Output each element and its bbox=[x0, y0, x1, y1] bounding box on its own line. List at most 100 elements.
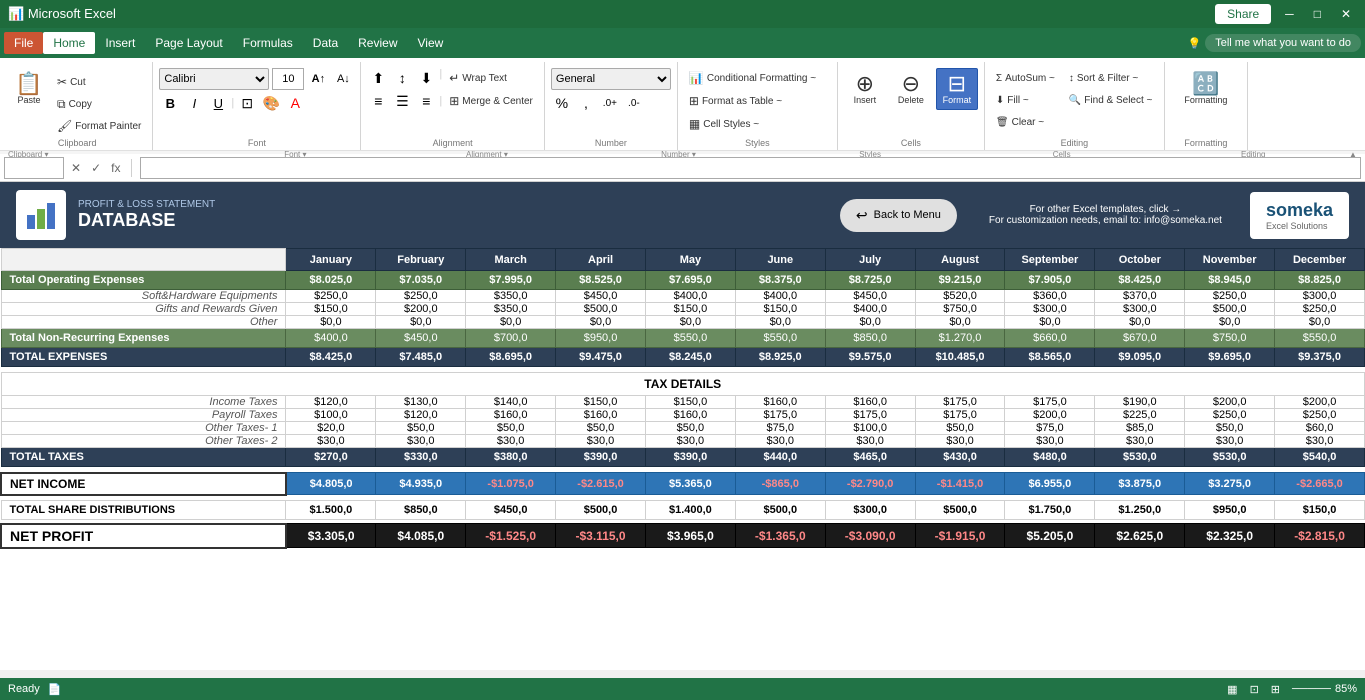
spreadsheet-area[interactable]: PROFIT & LOSS STATEMENT DATABASE ↩ Back … bbox=[0, 182, 1365, 670]
title-bar: 📊 Microsoft Excel Share ─ □ ✕ bbox=[0, 0, 1365, 28]
fill-button[interactable]: ⬇Fill ~ bbox=[991, 90, 1060, 110]
total-expenses-row: TOTAL EXPENSES $8.425,0 $7.485,0 $8.695,… bbox=[1, 348, 1365, 367]
font-group: Calibri A↑ A↓ B I U | ⊡ 🎨 A Font bbox=[153, 62, 361, 150]
total-operating-expenses-row: Total Operating Expenses $8.025,0 $7.035… bbox=[1, 271, 1365, 290]
menu-view[interactable]: View bbox=[408, 32, 454, 54]
col-january: January bbox=[286, 249, 376, 271]
copy-button[interactable]: ⧉Copy bbox=[52, 94, 146, 114]
col-august: August bbox=[915, 249, 1005, 271]
cut-button[interactable]: ✂Cut bbox=[52, 72, 146, 92]
font-color-button[interactable]: A bbox=[284, 93, 306, 113]
autosum-button[interactable]: ΣAutoSum ~ bbox=[991, 68, 1060, 88]
col-july: July bbox=[825, 249, 915, 271]
tax-details-header-row: TAX DETAILS bbox=[1, 373, 1365, 396]
view-normal-icon[interactable]: ▦ bbox=[1227, 683, 1237, 696]
menu-formulas[interactable]: Formulas bbox=[233, 32, 303, 54]
other-taxes-1-row: Other Taxes- 1 $20,0 $50,0 $50,0 $50,0 $… bbox=[1, 422, 1365, 435]
view-layout-icon[interactable]: ⊡ bbox=[1250, 683, 1259, 696]
tell-me-input[interactable]: Tell me what you want to do bbox=[1205, 34, 1361, 52]
someka-logo: someka Excel Solutions bbox=[1250, 192, 1349, 239]
align-center-button[interactable]: ☰ bbox=[391, 91, 413, 111]
menu-review[interactable]: Review bbox=[348, 32, 407, 54]
increase-decimal-button[interactable]: .0+ bbox=[599, 93, 621, 113]
col-may: May bbox=[645, 249, 735, 271]
paste-button[interactable]: 📋 Paste bbox=[8, 68, 50, 110]
find-select-button[interactable]: 🔍Find & Select ~ bbox=[1064, 90, 1158, 110]
align-right-button[interactable]: ≡ bbox=[415, 91, 437, 111]
border-button[interactable]: ⊡ bbox=[236, 93, 258, 113]
underline-button[interactable]: U bbox=[207, 93, 229, 113]
format-painter-button[interactable]: 🖌Format Painter bbox=[52, 116, 146, 136]
sheet-tab-icon: 📄 bbox=[48, 683, 62, 696]
ribbon: 📋 Paste ✂Cut ⧉Copy 🖌Format Painter Clipb… bbox=[0, 58, 1365, 154]
col-december: December bbox=[1275, 249, 1365, 271]
merge-center-button[interactable]: ⊞Merge & Center bbox=[444, 91, 538, 111]
total-taxes-row: TOTAL TAXES $270,0 $330,0 $380,0 $390,0 … bbox=[1, 448, 1365, 467]
clipboard-group: 📋 Paste ✂Cut ⧉Copy 🖌Format Painter Clipb… bbox=[2, 62, 153, 150]
sub-item-software-row: Soft&Hardware Equipments $250,0 $250,0 $… bbox=[1, 290, 1365, 303]
status-bar: Ready 📄 ▦ ⊡ ⊞ ───── 85% bbox=[0, 678, 1365, 700]
cells-group: ⊕ Insert ⊖ Delete ⊟ Format Cells bbox=[838, 62, 985, 150]
col-june: June bbox=[735, 249, 825, 271]
decrease-decimal-button[interactable]: .0- bbox=[623, 93, 645, 113]
view-break-icon[interactable]: ⊞ bbox=[1271, 683, 1280, 696]
cancel-formula-icon[interactable]: ✕ bbox=[68, 161, 84, 175]
cell-styles-button[interactable]: ▦Cell Styles ~ bbox=[684, 114, 831, 134]
insert-function-icon[interactable]: fx bbox=[108, 161, 123, 175]
insert-button[interactable]: ⊕ Insert bbox=[844, 68, 886, 110]
col-november: November bbox=[1185, 249, 1275, 271]
formula-bar: F26 ✕ ✓ fx 200 bbox=[0, 154, 1365, 182]
net-income-row: NET INCOME $4.805,0 $4.935,0 -$1.075,0 -… bbox=[1, 473, 1365, 495]
number-format-select[interactable]: General bbox=[551, 68, 671, 90]
app-title: 📊 Microsoft Excel bbox=[8, 6, 116, 22]
col-october: October bbox=[1095, 249, 1185, 271]
align-middle-button[interactable]: ↕ bbox=[391, 68, 413, 88]
clear-button[interactable]: 🗑Clear ~ bbox=[991, 112, 1060, 132]
decrease-font-button[interactable]: A↓ bbox=[332, 69, 354, 89]
format-button[interactable]: ⊟ Format bbox=[936, 68, 978, 110]
col-february: February bbox=[376, 249, 466, 271]
fill-color-button[interactable]: 🎨 bbox=[260, 93, 282, 113]
menu-insert[interactable]: Insert bbox=[95, 32, 145, 54]
share-button[interactable]: Share bbox=[1215, 4, 1271, 24]
increase-font-button[interactable]: A↑ bbox=[307, 69, 329, 89]
cell-reference[interactable]: F26 bbox=[4, 157, 64, 179]
align-bottom-button[interactable]: ⬇ bbox=[415, 68, 437, 88]
other-taxes-2-row: Other Taxes- 2 $30,0 $30,0 $30,0 $30,0 $… bbox=[1, 435, 1365, 448]
zoom-slider[interactable]: ───── 85% bbox=[1292, 683, 1357, 695]
sub-item-gifts-row: Gifts and Rewards Given $150,0 $200,0 $3… bbox=[1, 303, 1365, 316]
editing-group: ΣAutoSum ~ ⬇Fill ~ 🗑Clear ~ ↕Sort & Filt… bbox=[985, 62, 1165, 150]
menu-data[interactable]: Data bbox=[303, 32, 348, 54]
wrap-text-button[interactable]: ↵Wrap Text bbox=[444, 68, 512, 88]
formula-input[interactable]: 200 bbox=[140, 157, 1361, 179]
total-non-recurring-row: Total Non-Recurring Expenses $400,0 $450… bbox=[1, 329, 1365, 348]
menu-home[interactable]: Home bbox=[43, 32, 95, 54]
sort-filter-button[interactable]: ↕Sort & Filter ~ bbox=[1064, 68, 1158, 88]
align-top-button[interactable]: ⬆ bbox=[367, 68, 389, 88]
menu-file[interactable]: File bbox=[4, 32, 43, 54]
number-group: General % , .0+ .0- Number bbox=[545, 62, 678, 150]
percent-button[interactable]: % bbox=[551, 93, 573, 113]
payroll-taxes-row: Payroll Taxes $100,0 $120,0 $160,0 $160,… bbox=[1, 409, 1365, 422]
styles-group: 📊Conditional Formatting ~ ⊞Format as Tab… bbox=[678, 62, 838, 150]
sub-item-other-row: Other $0,0 $0,0 $0,0 $0,0 $0,0 $0,0 $0,0… bbox=[1, 316, 1365, 329]
menu-bar: File Home Insert Page Layout Formulas Da… bbox=[0, 28, 1365, 58]
col-april: April bbox=[556, 249, 646, 271]
font-size-input[interactable] bbox=[272, 68, 304, 90]
delete-button[interactable]: ⊖ Delete bbox=[890, 68, 932, 110]
formatting-button[interactable]: 🔠 Formatting bbox=[1171, 68, 1241, 110]
col-march: March bbox=[466, 249, 556, 271]
templates-info: For other Excel templates, click → For c… bbox=[989, 204, 1222, 226]
menu-page-layout[interactable]: Page Layout bbox=[145, 32, 232, 54]
confirm-formula-icon[interactable]: ✓ bbox=[88, 161, 104, 175]
comma-button[interactable]: , bbox=[575, 93, 597, 113]
back-to-menu-button[interactable]: ↩ Back to Menu bbox=[840, 199, 957, 232]
alignment-group: ⬆ ↕ ⬇ | ↵Wrap Text ≡ ☰ ≡ | ⊞Merge & Cent… bbox=[361, 62, 545, 150]
format-as-table-button[interactable]: ⊞Format as Table ~ bbox=[684, 91, 831, 111]
italic-button[interactable]: I bbox=[183, 93, 205, 113]
bold-button[interactable]: B bbox=[159, 93, 181, 113]
zoom-level: 85% bbox=[1335, 683, 1357, 695]
font-family-select[interactable]: Calibri bbox=[159, 68, 269, 90]
conditional-formatting-button[interactable]: 📊Conditional Formatting ~ bbox=[684, 68, 831, 88]
align-left-button[interactable]: ≡ bbox=[367, 91, 389, 111]
